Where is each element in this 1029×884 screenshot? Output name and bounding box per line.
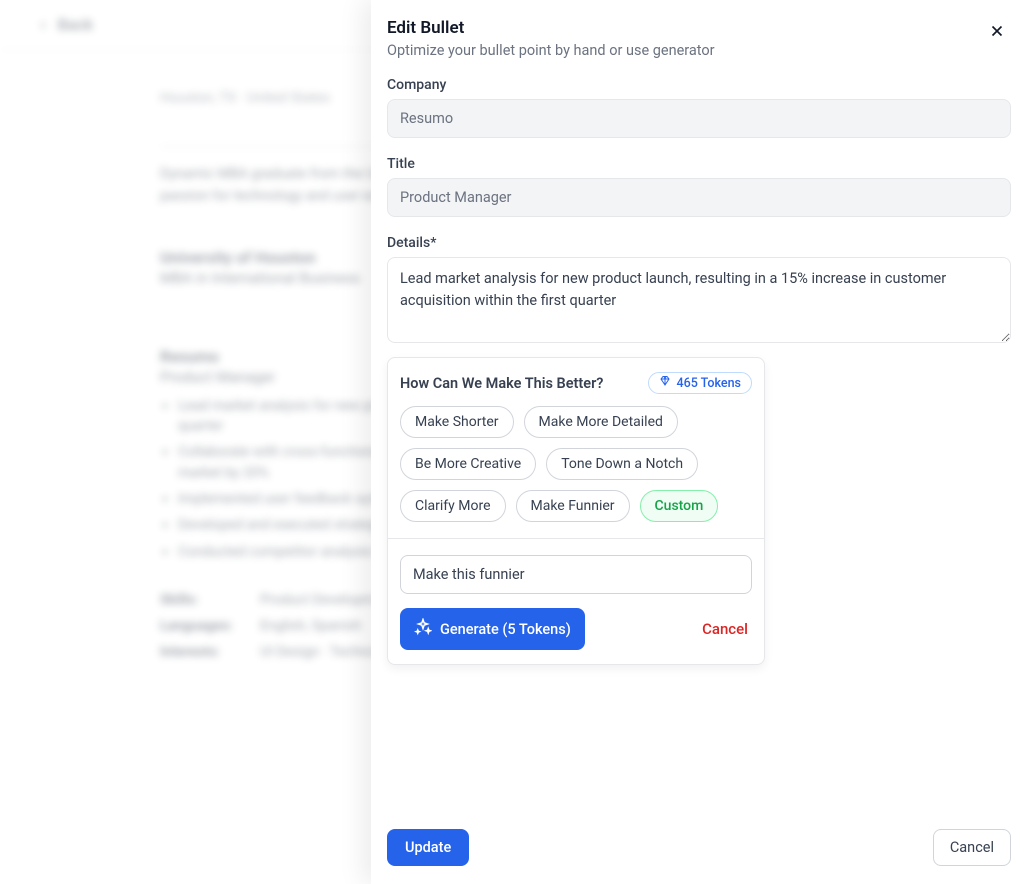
cancel-button[interactable]: Cancel <box>933 829 1011 866</box>
generator-question: How Can We Make This Better? <box>400 375 603 392</box>
panel-subtitle: Optimize your bullet point by hand or us… <box>387 42 715 59</box>
panel-title: Edit Bullet <box>387 18 715 38</box>
chip-custom[interactable]: Custom <box>640 490 719 522</box>
suggestion-chips: Make Shorter Make More Detailed Be More … <box>400 406 752 522</box>
details-textarea[interactable] <box>387 257 1011 343</box>
token-badge[interactable]: 465 Tokens <box>648 372 752 394</box>
chip-make-funnier[interactable]: Make Funnier <box>516 490 630 522</box>
chip-make-shorter[interactable]: Make Shorter <box>400 406 514 438</box>
company-field[interactable] <box>387 99 1011 138</box>
company-label: Company <box>387 77 1011 93</box>
gem-icon <box>659 375 671 391</box>
chip-make-more-detailed[interactable]: Make More Detailed <box>524 406 678 438</box>
update-button[interactable]: Update <box>387 829 469 866</box>
title-field[interactable] <box>387 178 1011 217</box>
generate-button[interactable]: Generate (5 Tokens) <box>400 608 585 650</box>
title-label: Title <box>387 156 1011 172</box>
token-count: 465 Tokens <box>677 376 741 391</box>
chip-clarify-more[interactable]: Clarify More <box>400 490 506 522</box>
sparkle-icon <box>414 618 432 640</box>
custom-prompt-input[interactable] <box>400 555 752 594</box>
details-label: Details* <box>387 235 1011 251</box>
close-button[interactable] <box>983 18 1011 46</box>
generator-cancel-button[interactable]: Cancel <box>698 612 752 646</box>
edit-bullet-panel: Edit Bullet Optimize your bullet point b… <box>371 0 1029 884</box>
generator-card: How Can We Make This Better? 465 Tokens … <box>387 357 765 665</box>
generate-button-label: Generate (5 Tokens) <box>440 621 571 638</box>
chip-be-more-creative[interactable]: Be More Creative <box>400 448 536 480</box>
close-icon <box>988 22 1006 43</box>
chip-tone-down[interactable]: Tone Down a Notch <box>546 448 698 480</box>
